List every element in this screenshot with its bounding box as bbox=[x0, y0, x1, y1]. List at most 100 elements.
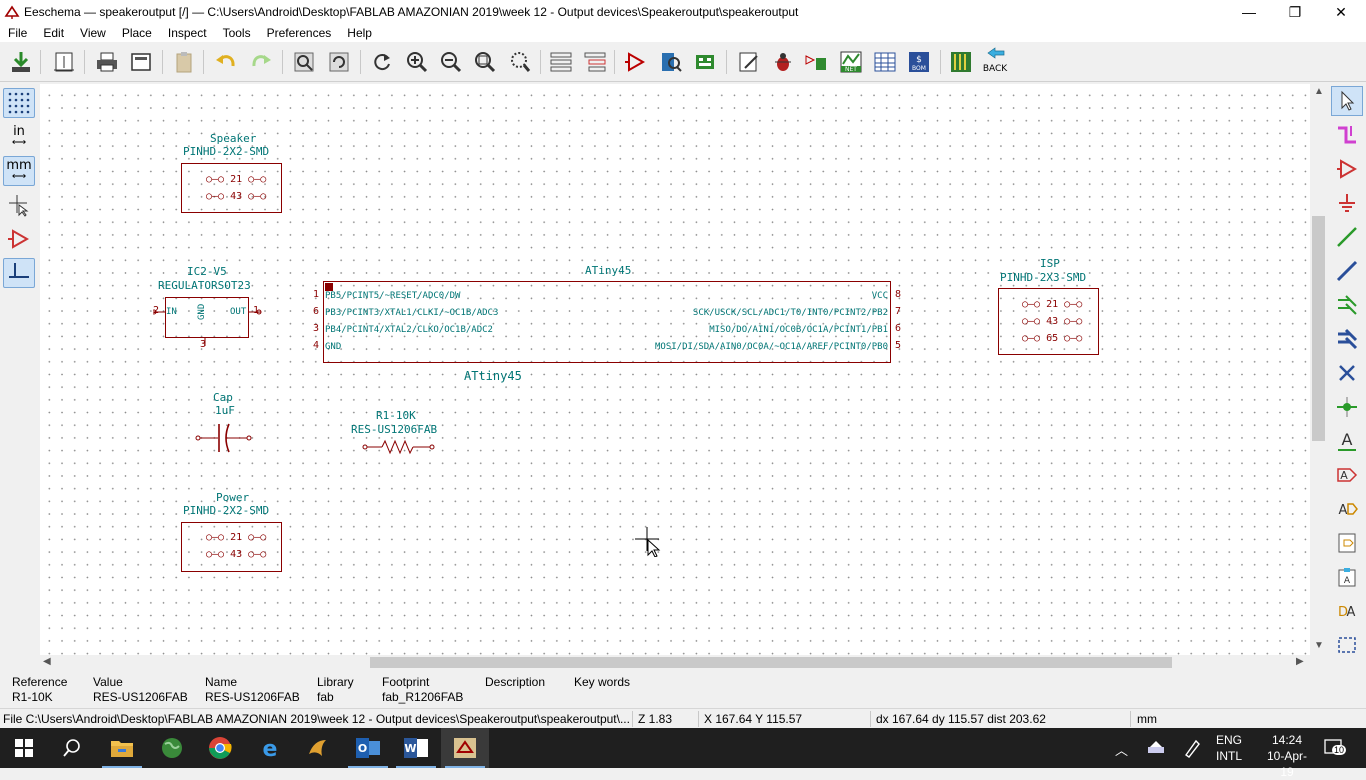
resistor-value[interactable]: RES-US1206FAB bbox=[351, 423, 437, 436]
edge-icon[interactable]: e bbox=[246, 728, 294, 768]
zoom-selection-icon[interactable] bbox=[507, 48, 533, 76]
hierarchy-navigator-icon[interactable] bbox=[548, 48, 574, 76]
annotate-icon[interactable] bbox=[692, 48, 718, 76]
zoom-in-icon[interactable] bbox=[404, 48, 430, 76]
close-button[interactable]: ✕ bbox=[1318, 0, 1364, 24]
menu-inspect[interactable]: Inspect bbox=[160, 26, 215, 40]
erc-bug-icon[interactable] bbox=[770, 48, 796, 76]
inches-units-button[interactable]: in ⟷ bbox=[3, 122, 35, 152]
assign-footprints-icon[interactable] bbox=[803, 48, 829, 76]
add-junction-icon[interactable] bbox=[1331, 392, 1363, 422]
scroll-down-icon[interactable]: ▼ bbox=[1314, 640, 1324, 651]
schematic-canvas[interactable]: Speaker PINHD-2X2-SMD ○—○ 21 ○—○ ○—○ 43 … bbox=[40, 84, 1310, 655]
chrome-icon[interactable] bbox=[196, 728, 244, 768]
leave-sheet-icon[interactable] bbox=[582, 48, 608, 76]
start-button[interactable] bbox=[0, 728, 48, 768]
cap-value[interactable]: 1uF bbox=[215, 404, 235, 417]
menu-tools[interactable]: Tools bbox=[215, 26, 259, 40]
capacitor-symbol[interactable] bbox=[195, 422, 253, 454]
globe-app-icon[interactable] bbox=[148, 728, 196, 768]
tray-chevron-icon[interactable]: ︿ bbox=[1115, 740, 1128, 759]
zoom-fit-icon[interactable] bbox=[472, 48, 498, 76]
wire-orientation-icon[interactable] bbox=[3, 258, 35, 288]
search-icon[interactable] bbox=[48, 728, 96, 768]
no-connect-icon[interactable] bbox=[1331, 358, 1363, 388]
scroll-up-icon[interactable]: ▲ bbox=[1314, 86, 1324, 97]
vertical-scrollbar[interactable]: ▲ ▼ bbox=[1310, 84, 1327, 655]
speaker-value[interactable]: PINHD-2X2-SMD bbox=[183, 145, 269, 158]
power-symbol[interactable] bbox=[181, 522, 282, 572]
mcu-value[interactable]: ATtiny45 bbox=[464, 369, 522, 383]
library-browser-icon[interactable] bbox=[658, 48, 684, 76]
cursor-shape-icon[interactable] bbox=[3, 190, 35, 220]
mm-units-button[interactable]: mm ⟷ bbox=[3, 156, 35, 186]
add-bus-icon[interactable] bbox=[1331, 256, 1363, 286]
regulator-reference[interactable]: IC2-V5 bbox=[187, 265, 227, 278]
plot-icon[interactable] bbox=[128, 48, 154, 76]
language-indicator[interactable]: ENG INTL bbox=[1216, 732, 1242, 764]
pcbnew-icon[interactable] bbox=[948, 48, 974, 76]
minimize-button[interactable]: — bbox=[1226, 0, 1272, 24]
menu-edit[interactable]: Edit bbox=[35, 26, 72, 40]
save-icon[interactable] bbox=[8, 48, 34, 76]
find-icon[interactable] bbox=[291, 48, 317, 76]
add-hierarchical-sheet-icon[interactable] bbox=[1331, 528, 1363, 558]
maximize-button[interactable]: ❐ bbox=[1272, 0, 1318, 24]
back-button[interactable]: BACK bbox=[982, 46, 1010, 74]
clock[interactable]: 14:24 10-Apr-19 bbox=[1262, 732, 1312, 780]
symbol-editor-icon[interactable] bbox=[623, 48, 649, 76]
network-icon[interactable] bbox=[1146, 739, 1166, 757]
speaker-symbol[interactable] bbox=[181, 163, 282, 213]
menu-view[interactable]: View bbox=[72, 26, 114, 40]
page-settings-icon[interactable] bbox=[51, 48, 77, 76]
outlook-icon[interactable]: O bbox=[344, 728, 392, 768]
select-tool-icon[interactable] bbox=[1331, 86, 1363, 116]
speaker-reference[interactable]: Speaker bbox=[210, 132, 256, 145]
isp-value[interactable]: PINHD-2X3-SMD bbox=[1000, 271, 1086, 284]
redo-icon[interactable] bbox=[248, 48, 274, 76]
add-text-icon[interactable]: DA bbox=[1331, 596, 1363, 626]
menu-file[interactable]: File bbox=[0, 26, 35, 40]
bom-icon[interactable]: $ BOM bbox=[906, 48, 932, 76]
power-reference[interactable]: Power bbox=[216, 491, 249, 504]
grid-toggle-icon[interactable] bbox=[3, 88, 35, 118]
menu-help[interactable]: Help bbox=[339, 26, 380, 40]
zoom-out-icon[interactable] bbox=[438, 48, 464, 76]
scroll-left-icon[interactable]: ◀ bbox=[43, 656, 51, 667]
regulator-value[interactable]: REGULATORSOT23 bbox=[158, 279, 251, 292]
annotate-edit-icon[interactable] bbox=[736, 48, 762, 76]
add-hierarchical-label-icon[interactable]: A bbox=[1331, 494, 1363, 524]
menu-preferences[interactable]: Preferences bbox=[259, 26, 340, 40]
resistor-reference[interactable]: R1-10K bbox=[376, 409, 416, 422]
file-explorer-icon[interactable] bbox=[98, 728, 146, 768]
word-icon[interactable]: W bbox=[392, 728, 440, 768]
pen-icon[interactable] bbox=[1182, 738, 1202, 758]
bus-to-bus-entry-icon[interactable] bbox=[1331, 324, 1363, 354]
isp-reference[interactable]: ISP bbox=[1040, 257, 1060, 270]
add-graphic-lines-icon[interactable] bbox=[1331, 630, 1363, 660]
undo-icon[interactable] bbox=[213, 48, 239, 76]
wire-to-bus-entry-icon[interactable] bbox=[1331, 290, 1363, 320]
resistor-symbol[interactable] bbox=[362, 439, 436, 455]
mcu-reference[interactable]: ATiny45 bbox=[585, 264, 631, 277]
add-global-label-icon[interactable]: A bbox=[1331, 460, 1363, 490]
add-power-icon[interactable] bbox=[1331, 188, 1363, 218]
spreadsheet-icon[interactable] bbox=[872, 48, 898, 76]
notification-center-icon[interactable]: 10 bbox=[1322, 738, 1347, 758]
print-icon[interactable] bbox=[94, 48, 120, 76]
power-value[interactable]: PINHD-2X2-SMD bbox=[183, 504, 269, 517]
find-replace-icon[interactable] bbox=[326, 48, 352, 76]
highlight-net-icon[interactable] bbox=[1331, 120, 1363, 150]
paste-icon[interactable] bbox=[171, 48, 197, 76]
hidden-pins-icon[interactable] bbox=[3, 224, 35, 254]
add-wire-icon[interactable] bbox=[1331, 222, 1363, 252]
bird-app-icon[interactable] bbox=[294, 728, 342, 768]
vertical-scroll-thumb[interactable] bbox=[1312, 216, 1325, 441]
add-symbol-icon[interactable] bbox=[1331, 154, 1363, 184]
add-net-label-icon[interactable]: A bbox=[1331, 426, 1363, 456]
horizontal-scrollbar[interactable]: ◀ ▶ bbox=[40, 655, 1310, 670]
cap-reference[interactable]: Cap bbox=[213, 391, 233, 404]
redraw-icon[interactable] bbox=[369, 48, 395, 76]
import-sheet-pin-icon[interactable]: A bbox=[1331, 562, 1363, 592]
horizontal-scroll-thumb[interactable] bbox=[370, 657, 1172, 668]
